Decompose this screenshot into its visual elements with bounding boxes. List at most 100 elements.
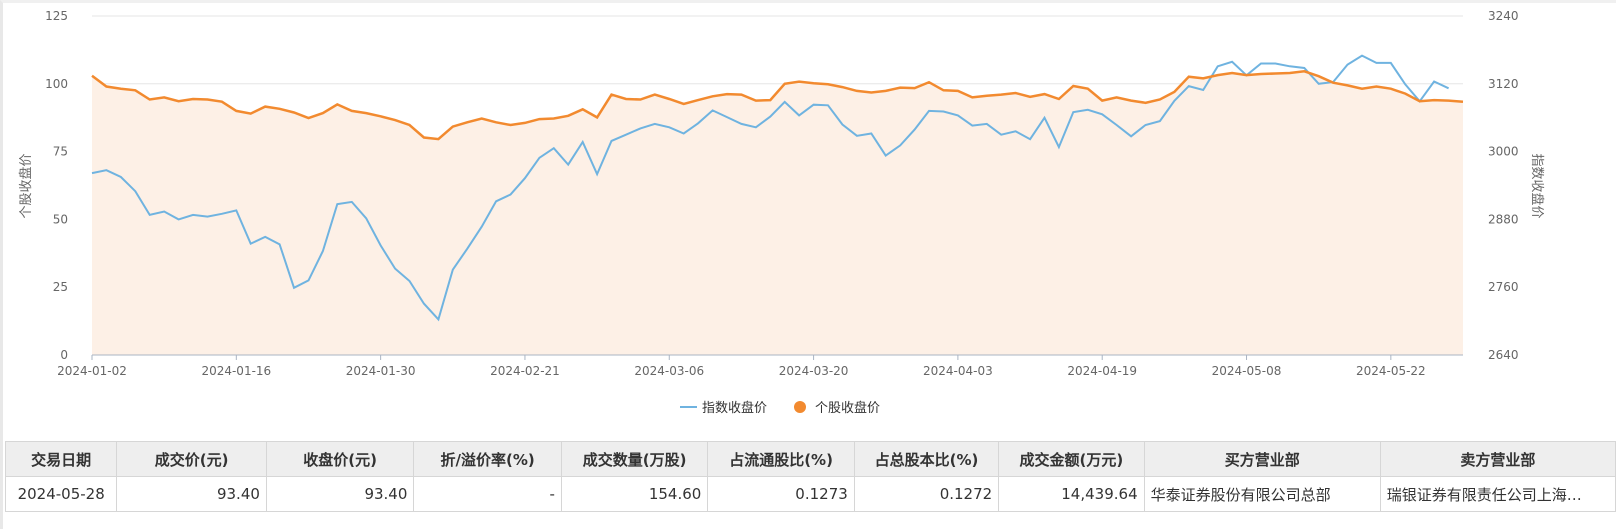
index-point[interactable] xyxy=(1215,63,1221,69)
index-point[interactable] xyxy=(955,112,961,118)
stock-point[interactable] xyxy=(1186,74,1192,80)
stock-point[interactable] xyxy=(955,88,961,94)
index-point[interactable] xyxy=(349,199,355,205)
stock-point[interactable] xyxy=(262,104,268,110)
index-point[interactable] xyxy=(536,155,542,161)
index-point[interactable] xyxy=(1301,65,1307,71)
index-point[interactable] xyxy=(1027,136,1033,142)
index-point[interactable] xyxy=(1200,87,1206,93)
stock-point[interactable] xyxy=(1114,94,1120,100)
index-point[interactable] xyxy=(1114,122,1120,128)
stock-point[interactable] xyxy=(1099,98,1105,104)
stock-point[interactable] xyxy=(883,88,889,94)
stock-point[interactable] xyxy=(176,98,182,104)
index-point[interactable] xyxy=(1258,60,1264,66)
index-point[interactable] xyxy=(233,207,239,213)
stock-point[interactable] xyxy=(1056,96,1062,102)
index-point[interactable] xyxy=(767,114,773,120)
stock-point[interactable] xyxy=(118,86,124,92)
stock-point[interactable] xyxy=(305,115,311,121)
stock-point[interactable] xyxy=(637,97,643,103)
stock-point[interactable] xyxy=(1431,97,1437,103)
index-point[interactable] xyxy=(1229,59,1235,65)
stock-point[interactable] xyxy=(1345,82,1351,88)
stock-point[interactable] xyxy=(378,113,384,119)
stock-point[interactable] xyxy=(926,79,932,85)
index-point[interactable] xyxy=(1244,72,1250,78)
stock-point[interactable] xyxy=(1446,98,1452,104)
index-point[interactable] xyxy=(1330,79,1336,85)
header-total-ratio[interactable]: 占总股本比(%) xyxy=(853,441,1000,477)
header-close-price[interactable]: 收盘价(元) xyxy=(265,441,415,477)
index-point[interactable] xyxy=(1402,81,1408,87)
index-point[interactable] xyxy=(1099,111,1105,117)
stock-point[interactable] xyxy=(320,110,326,116)
index-point[interactable] xyxy=(1431,79,1437,85)
stock-point[interactable] xyxy=(248,111,254,117)
stock-point[interactable] xyxy=(652,92,658,98)
stock-point[interactable] xyxy=(522,120,528,126)
stock-point[interactable] xyxy=(233,108,239,114)
index-point[interactable] xyxy=(926,108,932,114)
index-point[interactable] xyxy=(219,211,225,217)
stock-point[interactable] xyxy=(767,97,773,103)
stock-point[interactable] xyxy=(839,84,845,90)
stock-point[interactable] xyxy=(825,81,831,87)
index-point[interactable] xyxy=(883,153,889,159)
index-point[interactable] xyxy=(1359,53,1365,59)
index-point[interactable] xyxy=(623,132,629,138)
index-point[interactable] xyxy=(89,170,95,176)
stock-point[interactable] xyxy=(363,110,369,116)
stock-point[interactable] xyxy=(89,73,95,79)
stock-point[interactable] xyxy=(1128,98,1134,104)
stock-point[interactable] xyxy=(738,92,744,98)
stock-point[interactable] xyxy=(1085,86,1091,92)
stock-point[interactable] xyxy=(1171,89,1177,95)
index-point[interactable] xyxy=(1417,98,1423,104)
header-premium-rate[interactable]: 折/溢价率(%) xyxy=(413,441,562,477)
index-point[interactable] xyxy=(1316,81,1322,87)
stock-point[interactable] xyxy=(1258,71,1264,77)
index-point[interactable] xyxy=(103,167,109,173)
stock-point[interactable] xyxy=(291,110,297,116)
stock-point[interactable] xyxy=(1157,97,1163,103)
stock-point[interactable] xyxy=(334,101,340,107)
index-point[interactable] xyxy=(609,138,615,144)
index-point[interactable] xyxy=(1056,144,1062,150)
stock-point[interactable] xyxy=(695,97,701,103)
stock-point[interactable] xyxy=(1373,84,1379,90)
index-point[interactable] xyxy=(1446,85,1452,91)
index-point[interactable] xyxy=(854,133,860,139)
index-point[interactable] xyxy=(868,131,874,137)
index-point[interactable] xyxy=(912,127,918,133)
index-point[interactable] xyxy=(897,142,903,148)
stock-point[interactable] xyxy=(1229,70,1235,76)
index-point[interactable] xyxy=(320,248,326,254)
index-point[interactable] xyxy=(1373,60,1379,66)
stock-point[interactable] xyxy=(1316,73,1322,79)
index-point[interactable] xyxy=(1013,128,1019,134)
index-point[interactable] xyxy=(248,241,254,247)
index-point[interactable] xyxy=(421,301,427,307)
stock-point[interactable] xyxy=(536,116,542,122)
index-point[interactable] xyxy=(1345,62,1351,68)
stock-point[interactable] xyxy=(1143,100,1149,106)
index-point[interactable] xyxy=(161,208,167,214)
index-point[interactable] xyxy=(652,121,658,127)
index-point[interactable] xyxy=(190,212,196,218)
chart-legend[interactable]: 指数收盘价 个股收盘价 xyxy=(680,400,880,416)
index-point[interactable] xyxy=(695,120,701,126)
index-point[interactable] xyxy=(666,124,672,130)
cell-buyer[interactable]: 华泰证券股份有限公司总部 xyxy=(1143,476,1381,512)
index-point[interactable] xyxy=(262,234,268,240)
stock-point[interactable] xyxy=(681,101,687,107)
stock-point[interactable] xyxy=(753,98,759,104)
index-point[interactable] xyxy=(1171,98,1177,104)
index-point[interactable] xyxy=(1287,63,1293,69)
stock-point[interactable] xyxy=(1215,72,1221,78)
index-point[interactable] xyxy=(1388,60,1394,66)
stock-point[interactable] xyxy=(1070,83,1076,89)
stock-point[interactable] xyxy=(1272,70,1278,76)
index-point[interactable] xyxy=(147,212,153,218)
stock-point[interactable] xyxy=(464,119,470,125)
